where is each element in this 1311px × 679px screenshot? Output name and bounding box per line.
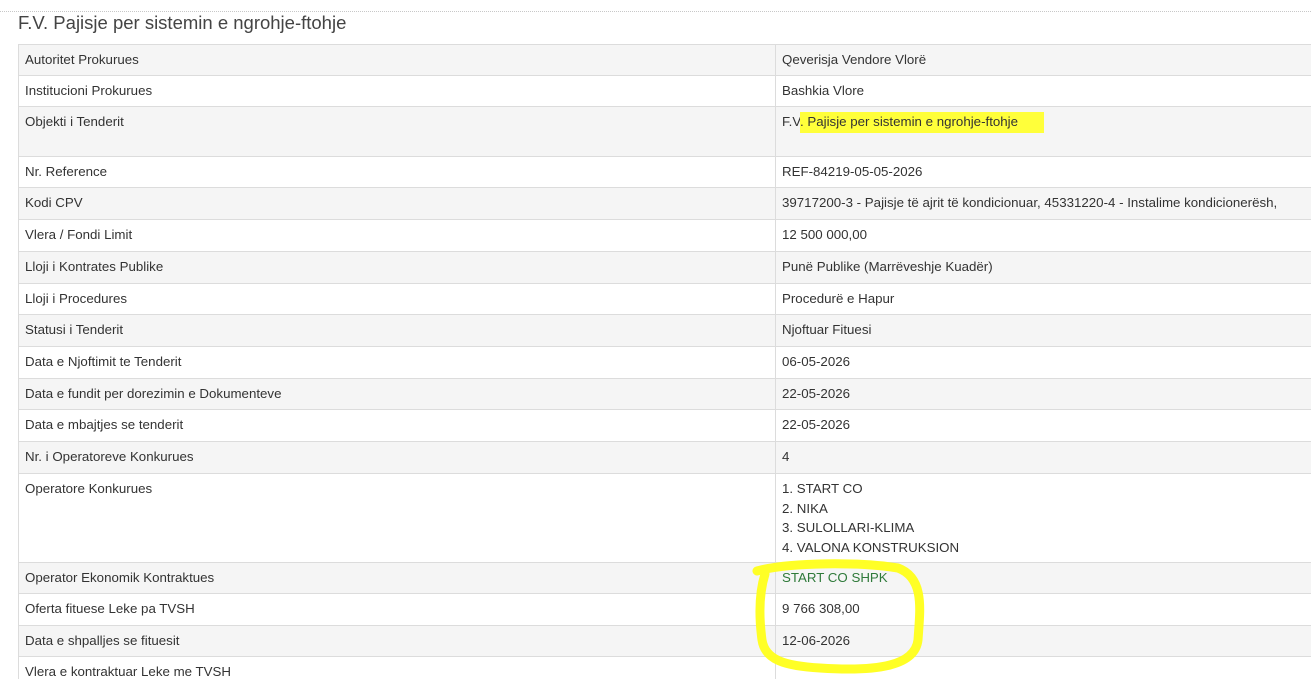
- label-data-dorezimit: Data e fundit per dorezimin e Dokumentev…: [18, 378, 776, 410]
- operator-item: 4. VALONA KONSTRUKSION: [782, 539, 960, 555]
- row-data-dorezimit: Data e fundit per dorezimin e Dokumentev…: [18, 378, 1311, 410]
- row-data-shpalljes: Data e shpalljes se fituesit 12-06-2026: [18, 625, 1311, 657]
- operator-item: 1. START CO: [782, 481, 863, 496]
- row-institucioni: Institucioni Prokurues Bashkia Vlore: [18, 75, 1311, 107]
- row-lloji-procedures: Lloji i Procedures Procedurë e Hapur: [18, 283, 1311, 315]
- objekti-prefix: F.V: [782, 114, 800, 129]
- value-reference: REF-84219-05-05-2026: [775, 156, 1311, 188]
- label-institucioni: Institucioni Prokurues: [18, 75, 776, 107]
- value-lloji-procedures: Procedurë e Hapur: [775, 283, 1311, 315]
- label-statusi: Statusi i Tenderit: [18, 314, 776, 347]
- value-objekti: F.V. Pajisje per sistemin e ngrohje-ftoh…: [775, 106, 1311, 157]
- value-operator-kontraktues[interactable]: START CO SHPK: [775, 562, 1311, 594]
- value-operatoret: 1. START CO 2. NIKA 3. SULOLLARI-KLIMA 4…: [775, 473, 1311, 563]
- label-operator-kontraktues: Operator Ekonomik Kontraktues: [18, 562, 776, 594]
- label-objekti: Objekti i Tenderit: [18, 106, 776, 157]
- value-autoriteti: Qeverisja Vendore Vlorë: [775, 44, 1311, 76]
- row-autoriteti: Autoritet Prokurues Qeverisja Vendore Vl…: [18, 44, 1311, 76]
- label-lloji-kontrates: Lloji i Kontrates Publike: [18, 251, 776, 284]
- operator-item: 2. NIKA: [782, 500, 828, 516]
- label-vlera: Vlera / Fondi Limit: [18, 219, 776, 252]
- winner-link[interactable]: START CO SHPK: [782, 570, 888, 585]
- row-data-njoftimit: Data e Njoftimit te Tenderit 06-05-2026: [18, 346, 1311, 379]
- row-operatoret: Operatore Konkurues 1. START CO 2. NIKA …: [18, 473, 1311, 563]
- label-data-shpalljes: Data e shpalljes se fituesit: [18, 625, 776, 657]
- label-lloji-procedures: Lloji i Procedures: [18, 283, 776, 315]
- label-nr-operatoreve: Nr. i Operatoreve Konkurues: [18, 441, 776, 474]
- row-nr-operatoreve: Nr. i Operatoreve Konkurues 4: [18, 441, 1311, 474]
- label-reference: Nr. Reference: [18, 156, 776, 188]
- value-data-shpalljes: 12-06-2026: [775, 625, 1311, 657]
- value-data-mbajtjes: 22-05-2026: [775, 409, 1311, 442]
- row-operator-kontraktues: Operator Ekonomik Kontraktues START CO S…: [18, 562, 1311, 594]
- row-objekti: Objekti i Tenderit F.V. Pajisje per sist…: [18, 106, 1311, 157]
- objekti-highlight: . Pajisje per sistemin e ngrohje-ftohje: [800, 112, 1045, 133]
- label-data-mbajtjes: Data e mbajtjes se tenderit: [18, 409, 776, 442]
- value-statusi: Njoftuar Fituesi: [775, 314, 1311, 347]
- value-lloji-kontrates: Punë Publike (Marrëveshje Kuadër): [775, 251, 1311, 284]
- tender-details-table: Autoritet Prokurues Qeverisja Vendore Vl…: [18, 44, 1311, 679]
- row-vlera-kontraktuar: Vlera e kontraktuar Leke me TVSH: [18, 656, 1311, 679]
- tender-detail-page: F.V. Pajisje per sistemin e ngrohje-ftoh…: [0, 0, 1311, 679]
- label-vlera-kontraktuar: Vlera e kontraktuar Leke me TVSH: [18, 656, 776, 679]
- row-reference: Nr. Reference REF-84219-05-05-2026: [18, 156, 1311, 188]
- label-oferta-fituese: Oferta fituese Leke pa TVSH: [18, 593, 776, 626]
- value-institucioni: Bashkia Vlore: [775, 75, 1311, 107]
- row-lloji-kontrates: Lloji i Kontrates Publike Punë Publike (…: [18, 251, 1311, 284]
- label-cpv: Kodi CPV: [18, 187, 776, 220]
- value-data-njoftimit: 06-05-2026: [775, 346, 1311, 379]
- row-cpv: Kodi CPV 39717200-3 - Pajisje të ajrit t…: [18, 187, 1311, 220]
- row-oferta-fituese: Oferta fituese Leke pa TVSH 9 766 308,00: [18, 593, 1311, 626]
- row-data-mbajtjes: Data e mbajtjes se tenderit 22-05-2026: [18, 409, 1311, 442]
- operator-item: 3. SULOLLARI-KLIMA: [782, 520, 915, 535]
- value-oferta-fituese: 9 766 308,00: [775, 593, 1311, 626]
- value-nr-operatoreve: 4: [775, 441, 1311, 474]
- page-title: F.V. Pajisje per sistemin e ngrohje-ftoh…: [18, 12, 347, 33]
- value-vlera-kontraktuar: [775, 656, 1311, 679]
- value-vlera: 12 500 000,00: [775, 219, 1311, 252]
- label-data-njoftimit: Data e Njoftimit te Tenderit: [18, 346, 776, 379]
- label-autoriteti: Autoritet Prokurues: [18, 44, 776, 76]
- value-data-dorezimit: 22-05-2026: [775, 378, 1311, 410]
- label-operatoret: Operatore Konkurues: [18, 473, 776, 563]
- value-cpv: 39717200-3 - Pajisje të ajrit të kondici…: [775, 187, 1311, 220]
- row-vlera: Vlera / Fondi Limit 12 500 000,00: [18, 219, 1311, 252]
- row-statusi: Statusi i Tenderit Njoftuar Fituesi: [18, 314, 1311, 347]
